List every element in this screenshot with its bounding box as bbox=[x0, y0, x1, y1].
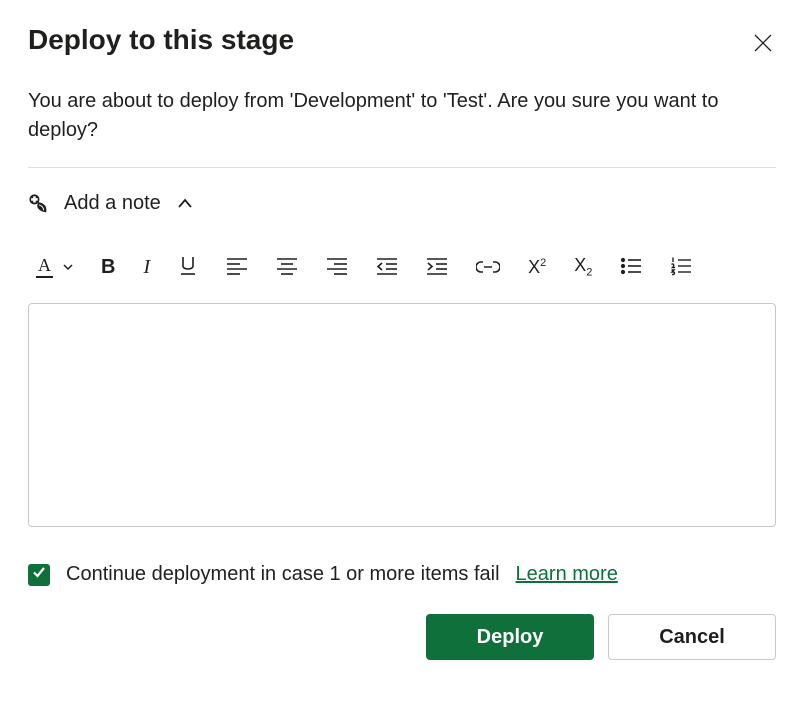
italic-icon: I bbox=[143, 256, 150, 279]
align-right-icon bbox=[326, 256, 348, 279]
link-icon bbox=[476, 256, 500, 279]
add-note-icon bbox=[28, 193, 50, 215]
continue-label: Continue deployment in case 1 or more it… bbox=[66, 563, 500, 586]
align-center-button[interactable] bbox=[274, 253, 300, 281]
outdent-icon bbox=[376, 256, 398, 279]
subscript-button[interactable]: X2 bbox=[572, 253, 594, 281]
close-button[interactable] bbox=[750, 30, 776, 59]
underline-button[interactable] bbox=[176, 253, 200, 281]
outdent-button[interactable] bbox=[374, 253, 400, 281]
add-note-label: Add a note bbox=[64, 192, 161, 215]
bulleted-list-icon bbox=[620, 256, 642, 279]
indent-button[interactable] bbox=[424, 253, 450, 281]
cancel-button[interactable]: Cancel bbox=[608, 614, 776, 660]
superscript-icon: X2 bbox=[528, 257, 546, 278]
continue-row: Continue deployment in case 1 or more it… bbox=[28, 563, 776, 586]
bulleted-list-button[interactable] bbox=[618, 253, 644, 281]
dialog-title: Deploy to this stage bbox=[28, 24, 294, 56]
font-color-dropdown[interactable] bbox=[61, 253, 75, 281]
deploy-button[interactable]: Deploy bbox=[426, 614, 594, 660]
bold-icon: B bbox=[101, 256, 115, 279]
align-left-icon bbox=[226, 256, 248, 279]
divider bbox=[28, 167, 776, 168]
link-button[interactable] bbox=[474, 253, 502, 281]
learn-more-link[interactable]: Learn more bbox=[516, 563, 618, 586]
indent-icon bbox=[426, 256, 448, 279]
continue-checkbox[interactable] bbox=[28, 564, 50, 586]
rte-toolbar: A B I bbox=[28, 249, 776, 285]
chevron-down-icon bbox=[63, 260, 73, 275]
dialog-description: You are about to deploy from 'Developmen… bbox=[28, 87, 768, 145]
chevron-up-icon bbox=[175, 194, 195, 214]
close-icon bbox=[754, 40, 772, 55]
dialog-header: Deploy to this stage bbox=[28, 24, 776, 59]
check-icon bbox=[32, 565, 46, 584]
bold-button[interactable]: B bbox=[99, 253, 117, 281]
align-left-button[interactable] bbox=[224, 253, 250, 281]
superscript-button[interactable]: X2 bbox=[526, 253, 548, 281]
underline-icon bbox=[178, 255, 198, 280]
font-color-button[interactable]: A bbox=[34, 253, 55, 281]
add-note-toggle[interactable]: Add a note bbox=[28, 192, 776, 215]
numbered-list-icon bbox=[670, 256, 692, 279]
align-right-button[interactable] bbox=[324, 253, 350, 281]
dialog-actions: Deploy Cancel bbox=[28, 614, 776, 660]
deploy-dialog: Deploy to this stage You are about to de… bbox=[0, 0, 804, 726]
numbered-list-button[interactable] bbox=[668, 253, 694, 281]
subscript-icon: X2 bbox=[574, 255, 592, 279]
align-center-icon bbox=[276, 256, 298, 279]
font-color-icon: A bbox=[36, 256, 53, 278]
italic-button[interactable]: I bbox=[141, 253, 152, 281]
note-textarea[interactable] bbox=[28, 303, 776, 527]
